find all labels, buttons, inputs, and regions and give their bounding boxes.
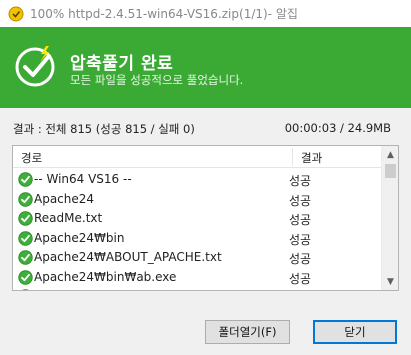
elapsed-time-size: 00:00:03 / 24.9MB [284, 121, 391, 135]
success-check-icon [18, 191, 33, 207]
result-list[interactable]: 경로 결과 -- Win64 VS16 -- 성공 Apache24 성공 ReadMe… [12, 145, 399, 291]
row-result: 성공 [289, 289, 311, 290]
window-title: 100% httpd-2.4.51-win64-VS16.zip(1/1)- 알… [30, 7, 298, 21]
success-check-icon [18, 230, 33, 246]
list-header: 경로 결과 [13, 146, 381, 168]
success-check-icon [18, 172, 33, 187]
list-rows: -- Win64 VS16 -- 성공 Apache24 성공 ReadMe.txt 성공… [13, 170, 381, 290]
row-path: -- Win64 VS16 -- [34, 172, 132, 186]
row-path: Apache24₩bin₩ab.exe [34, 269, 177, 284]
list-item[interactable]: Apache24₩ABOUT_APACHE.txt 성공 [13, 248, 381, 268]
column-header-path[interactable]: 경로 [21, 150, 42, 166]
list-item[interactable]: ReadMe.txt 성공 [13, 209, 381, 229]
column-divider[interactable] [292, 148, 293, 166]
list-item[interactable]: Apache24₩bin₩ab... 성공 [13, 287, 381, 290]
list-item[interactable]: Apache24 성공 [13, 190, 381, 210]
success-check-icon [18, 250, 33, 265]
scroll-down-arrow-icon[interactable]: ▼ [382, 273, 398, 290]
result-summary: 결과 : 전체 815 (성공 815 / 실패 0) 00:00:03 / 2… [13, 121, 403, 137]
row-result: 성공 [289, 271, 312, 286]
list-item[interactable]: Apache24₩bin₩ab.exe 성공 [13, 268, 381, 288]
success-check-icon [15, 46, 55, 87]
row-result: 성공 [289, 232, 312, 247]
list-item[interactable]: -- Win64 VS16 -- 성공 [13, 170, 381, 190]
column-header-result[interactable]: 결과 [301, 150, 322, 166]
banner-subtitle: 모든 파일을 성공적으로 풀었습니다. [70, 73, 244, 87]
row-result: 성공 [289, 174, 312, 188]
title-bar: 100% httpd-2.4.51-win64-VS16.zip(1/1)- 알… [0, 0, 411, 27]
alzip-icon [8, 6, 24, 21]
result-counts: 결과 : 전체 815 (성공 815 / 실패 0) [13, 122, 195, 136]
list-item[interactable]: Apache24₩bin 성공 [13, 229, 381, 249]
banner-title: 압축풀기 완료 [70, 54, 174, 74]
row-path: Apache24₩bin₩ab... [34, 289, 163, 290]
row-path: Apache24 [34, 191, 95, 206]
row-result: 성공 [289, 213, 312, 227]
row-path: Apache24₩ABOUT_APACHE.txt [34, 250, 222, 264]
open-folder-button[interactable]: 폴더열기(F) [205, 320, 290, 344]
close-button[interactable]: 닫기 [313, 320, 397, 344]
scroll-up-arrow-icon[interactable]: ▲ [382, 146, 398, 163]
row-path: Apache24₩bin [34, 230, 125, 245]
completion-banner: 압축풀기 완료 모든 파일을 성공적으로 풀었습니다. [0, 27, 411, 108]
row-path: ReadMe.txt [34, 211, 103, 225]
vertical-scrollbar[interactable]: ▲ ▼ [381, 146, 398, 290]
scrollbar-thumb[interactable] [385, 164, 396, 178]
row-result: 성공 [289, 193, 312, 208]
success-check-icon [18, 269, 33, 285]
success-check-icon [22, 289, 29, 290]
success-check-icon [18, 211, 33, 226]
row-result: 성공 [289, 252, 312, 266]
